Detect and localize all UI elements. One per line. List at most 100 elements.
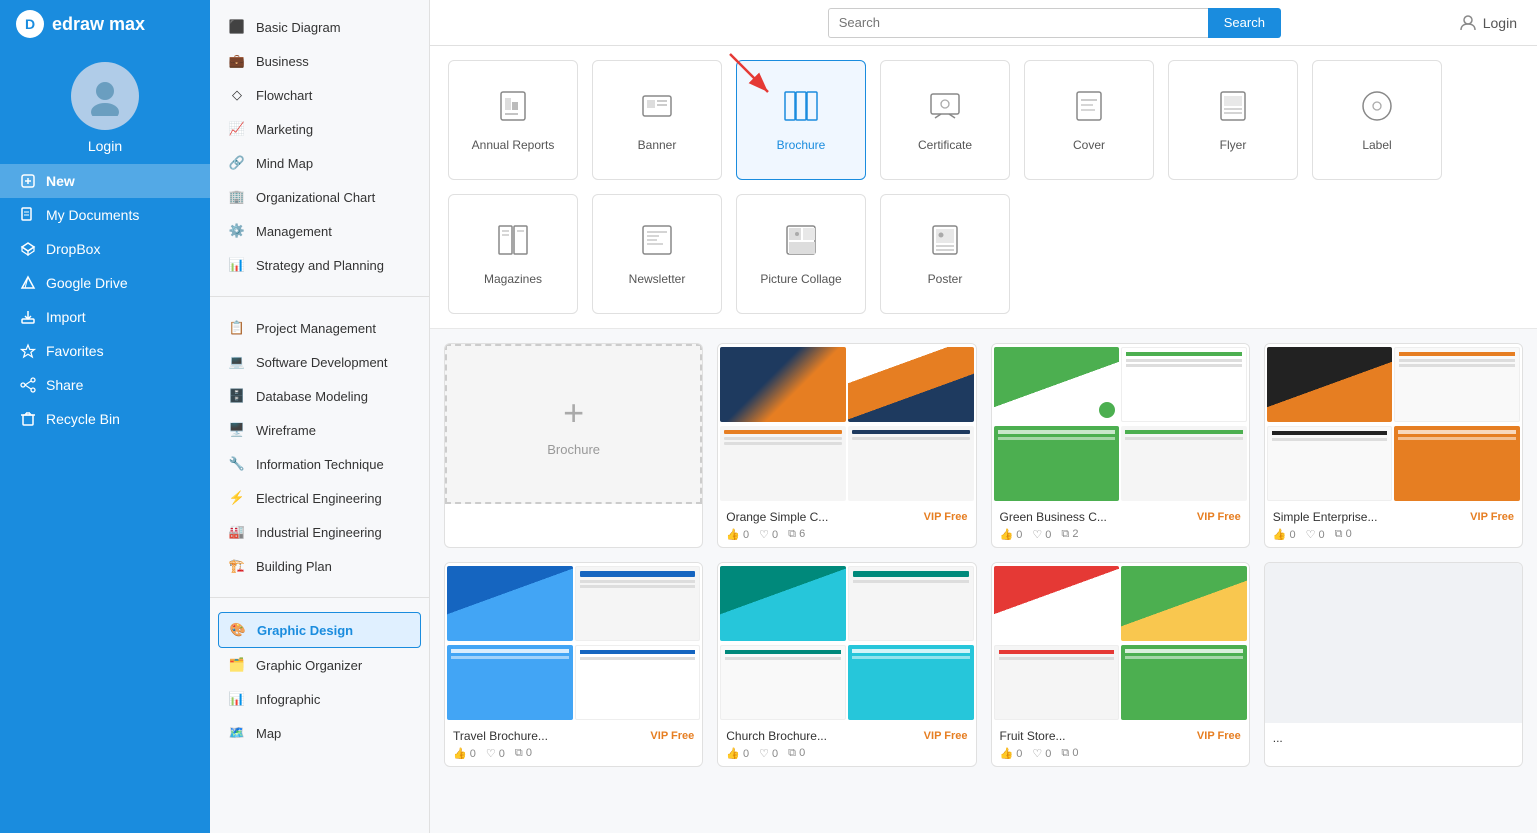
- middle-nav-item-marketing[interactable]: 📈 Marketing: [210, 112, 429, 146]
- middle-nav-section-3: 🎨 Graphic Design 🗂️ Graphic Organizer 📊 …: [210, 602, 429, 760]
- annual-reports-icon: [495, 88, 531, 132]
- management-label: Management: [256, 224, 332, 239]
- graphic-design-icon: 🎨: [229, 621, 247, 639]
- fruit-likes: 👍 0: [1000, 747, 1023, 760]
- orange-name: Orange Simple C...: [726, 510, 828, 524]
- category-grid: Annual Reports Banner Brochure Certifica…: [444, 56, 1523, 318]
- category-certificate[interactable]: Certificate: [880, 60, 1010, 180]
- wireframe-label: Wireframe: [256, 423, 316, 438]
- middle-nav-item-info-tech[interactable]: 🔧 Information Technique: [210, 447, 429, 481]
- sidebar-item-dropbox[interactable]: DropBox: [0, 232, 210, 266]
- graphic-organizer-icon: 🗂️: [228, 656, 246, 674]
- fruit-info: Fruit Store... VIP Free 👍 0 ♡ 0 ⧉ 0: [992, 723, 1249, 766]
- mind-map-label: Mind Map: [256, 156, 313, 171]
- middle-nav-item-graphic-organizer[interactable]: 🗂️ Graphic Organizer: [210, 648, 429, 682]
- category-flyer[interactable]: Flyer: [1168, 60, 1298, 180]
- software-dev-label: Software Development: [256, 355, 388, 370]
- category-picture-collage[interactable]: Picture Collage: [736, 194, 866, 314]
- extra-thumb: [1265, 563, 1522, 723]
- dark-badge: VIP Free: [1470, 511, 1514, 523]
- middle-nav-item-database[interactable]: 🗄️ Database Modeling: [210, 379, 429, 413]
- middle-nav-item-business[interactable]: 💼 Business: [210, 44, 429, 78]
- category-brochure[interactable]: Brochure: [736, 60, 866, 180]
- category-banner[interactable]: Banner: [592, 60, 722, 180]
- category-annual-reports[interactable]: Annual Reports: [448, 60, 578, 180]
- template-card-orange[interactable]: Orange Simple C... VIP Free 👍 0 ♡ 0 ⧉ 6: [717, 343, 976, 548]
- middle-nav-item-building[interactable]: 🏗️ Building Plan: [210, 549, 429, 583]
- green-info: Green Business C... VIP Free 👍 0 ♡ 0 ⧉ 2: [992, 504, 1249, 547]
- template-card-church[interactable]: Church Brochure... VIP Free 👍 0 ♡ 0 ⧉ 0: [717, 562, 976, 767]
- middle-nav-item-industrial[interactable]: 🏭 Industrial Engineering: [210, 515, 429, 549]
- basic-diagram-icon: ⬛: [228, 18, 246, 36]
- database-icon: 🗄️: [228, 387, 246, 405]
- sidebar: D edraw max Login New My Documents DropB…: [0, 0, 210, 833]
- sidebar-item-recycle-bin[interactable]: Recycle Bin: [0, 402, 210, 436]
- green-name: Green Business C...: [1000, 510, 1107, 524]
- avatar-icon: [85, 76, 125, 116]
- search-button[interactable]: Search: [1208, 8, 1281, 38]
- dark-thumb: [1265, 344, 1522, 504]
- sidebar-item-new[interactable]: New: [0, 164, 210, 198]
- wireframe-icon: 🖥️: [228, 421, 246, 439]
- template-card-dark[interactable]: Simple Enterprise... VIP Free 👍 0 ♡ 0 ⧉ …: [1264, 343, 1523, 548]
- flyer-icon: [1215, 88, 1251, 132]
- sidebar-item-share[interactable]: Share: [0, 368, 210, 402]
- sidebar-item-my-documents[interactable]: My Documents: [0, 198, 210, 232]
- dark-info: Simple Enterprise... VIP Free 👍 0 ♡ 0 ⧉ …: [1265, 504, 1522, 547]
- brochure-icon: [783, 88, 819, 132]
- green-thumb: [992, 344, 1249, 504]
- dark-copies: ⧉ 0: [1335, 528, 1352, 541]
- topbar: Search Login: [430, 0, 1537, 46]
- middle-nav-item-management[interactable]: ⚙️ Management: [210, 214, 429, 248]
- logo-area: D edraw max: [0, 10, 210, 48]
- middle-nav-item-electrical[interactable]: ⚡ Electrical Engineering: [210, 481, 429, 515]
- middle-nav-item-flowchart[interactable]: ◇ Flowchart: [210, 78, 429, 112]
- middle-nav: ⬛ Basic Diagram 💼 Business ◇ Flowchart 📈…: [210, 0, 430, 833]
- category-cover[interactable]: Cover: [1024, 60, 1154, 180]
- template-card-fruit[interactable]: Fruit Store... VIP Free 👍 0 ♡ 0 ⧉ 0: [991, 562, 1250, 767]
- template-card-extra[interactable]: ...: [1264, 562, 1523, 767]
- orange-copies: ⧉ 6: [788, 528, 805, 541]
- category-magazines[interactable]: Magazines: [448, 194, 578, 314]
- cover-icon: [1071, 88, 1107, 132]
- topbar-login[interactable]: Login: [1459, 14, 1517, 32]
- software-dev-icon: 💻: [228, 353, 246, 371]
- template-card-blue[interactable]: Travel Brochure... VIP Free 👍 0 ♡ 0 ⧉ 0: [444, 562, 703, 767]
- category-newsletter[interactable]: Newsletter: [592, 194, 722, 314]
- middle-nav-item-basic-diagram[interactable]: ⬛ Basic Diagram: [210, 10, 429, 44]
- sidebar-login-label[interactable]: Login: [88, 138, 122, 154]
- recycle-bin-icon: [20, 411, 36, 427]
- middle-nav-item-strategy[interactable]: 📊 Strategy and Planning: [210, 248, 429, 282]
- sidebar-item-favorites[interactable]: Favorites: [0, 334, 210, 368]
- middle-nav-item-infographic[interactable]: 📊 Infographic: [210, 682, 429, 716]
- category-poster[interactable]: Poster: [880, 194, 1010, 314]
- orange-likes: 👍 0: [726, 528, 749, 541]
- middle-nav-item-software-dev[interactable]: 💻 Software Development: [210, 345, 429, 379]
- basic-diagram-label: Basic Diagram: [256, 20, 341, 35]
- content-wrapper: Search Login Annual Reports: [430, 0, 1537, 833]
- middle-nav-item-project-mgmt[interactable]: 📋 Project Management: [210, 311, 429, 345]
- middle-nav-item-graphic-design[interactable]: 🎨 Graphic Design: [218, 612, 421, 648]
- blue-badge: VIP Free: [650, 730, 694, 742]
- poster-icon: [927, 222, 963, 266]
- middle-nav-item-map[interactable]: 🗺️ Map: [210, 716, 429, 750]
- template-card-green[interactable]: Green Business C... VIP Free 👍 0 ♡ 0 ⧉ 2: [991, 343, 1250, 548]
- category-label[interactable]: Label: [1312, 60, 1442, 180]
- middle-nav-item-org-chart[interactable]: 🏢 Organizational Chart: [210, 180, 429, 214]
- industrial-icon: 🏭: [228, 523, 246, 541]
- sidebar-item-import[interactable]: Import: [0, 300, 210, 334]
- orange-stats: 👍 0 ♡ 0 ⧉ 6: [726, 528, 967, 541]
- middle-nav-item-mind-map[interactable]: 🔗 Mind Map: [210, 146, 429, 180]
- building-label: Building Plan: [256, 559, 332, 574]
- search-input[interactable]: [828, 8, 1208, 38]
- logo-icon: D: [16, 10, 44, 38]
- church-stats: 👍 0 ♡ 0 ⧉ 0: [726, 747, 967, 760]
- sidebar-item-google-drive[interactable]: Google Drive: [0, 266, 210, 300]
- extra-info: ...: [1265, 723, 1522, 753]
- template-card-blank[interactable]: + Brochure: [444, 343, 703, 548]
- blue-name: Travel Brochure...: [453, 729, 548, 743]
- project-mgmt-icon: 📋: [228, 319, 246, 337]
- blue-hearts: ♡ 0: [486, 747, 505, 760]
- middle-nav-item-wireframe[interactable]: 🖥️ Wireframe: [210, 413, 429, 447]
- orange-badge: VIP Free: [924, 511, 968, 523]
